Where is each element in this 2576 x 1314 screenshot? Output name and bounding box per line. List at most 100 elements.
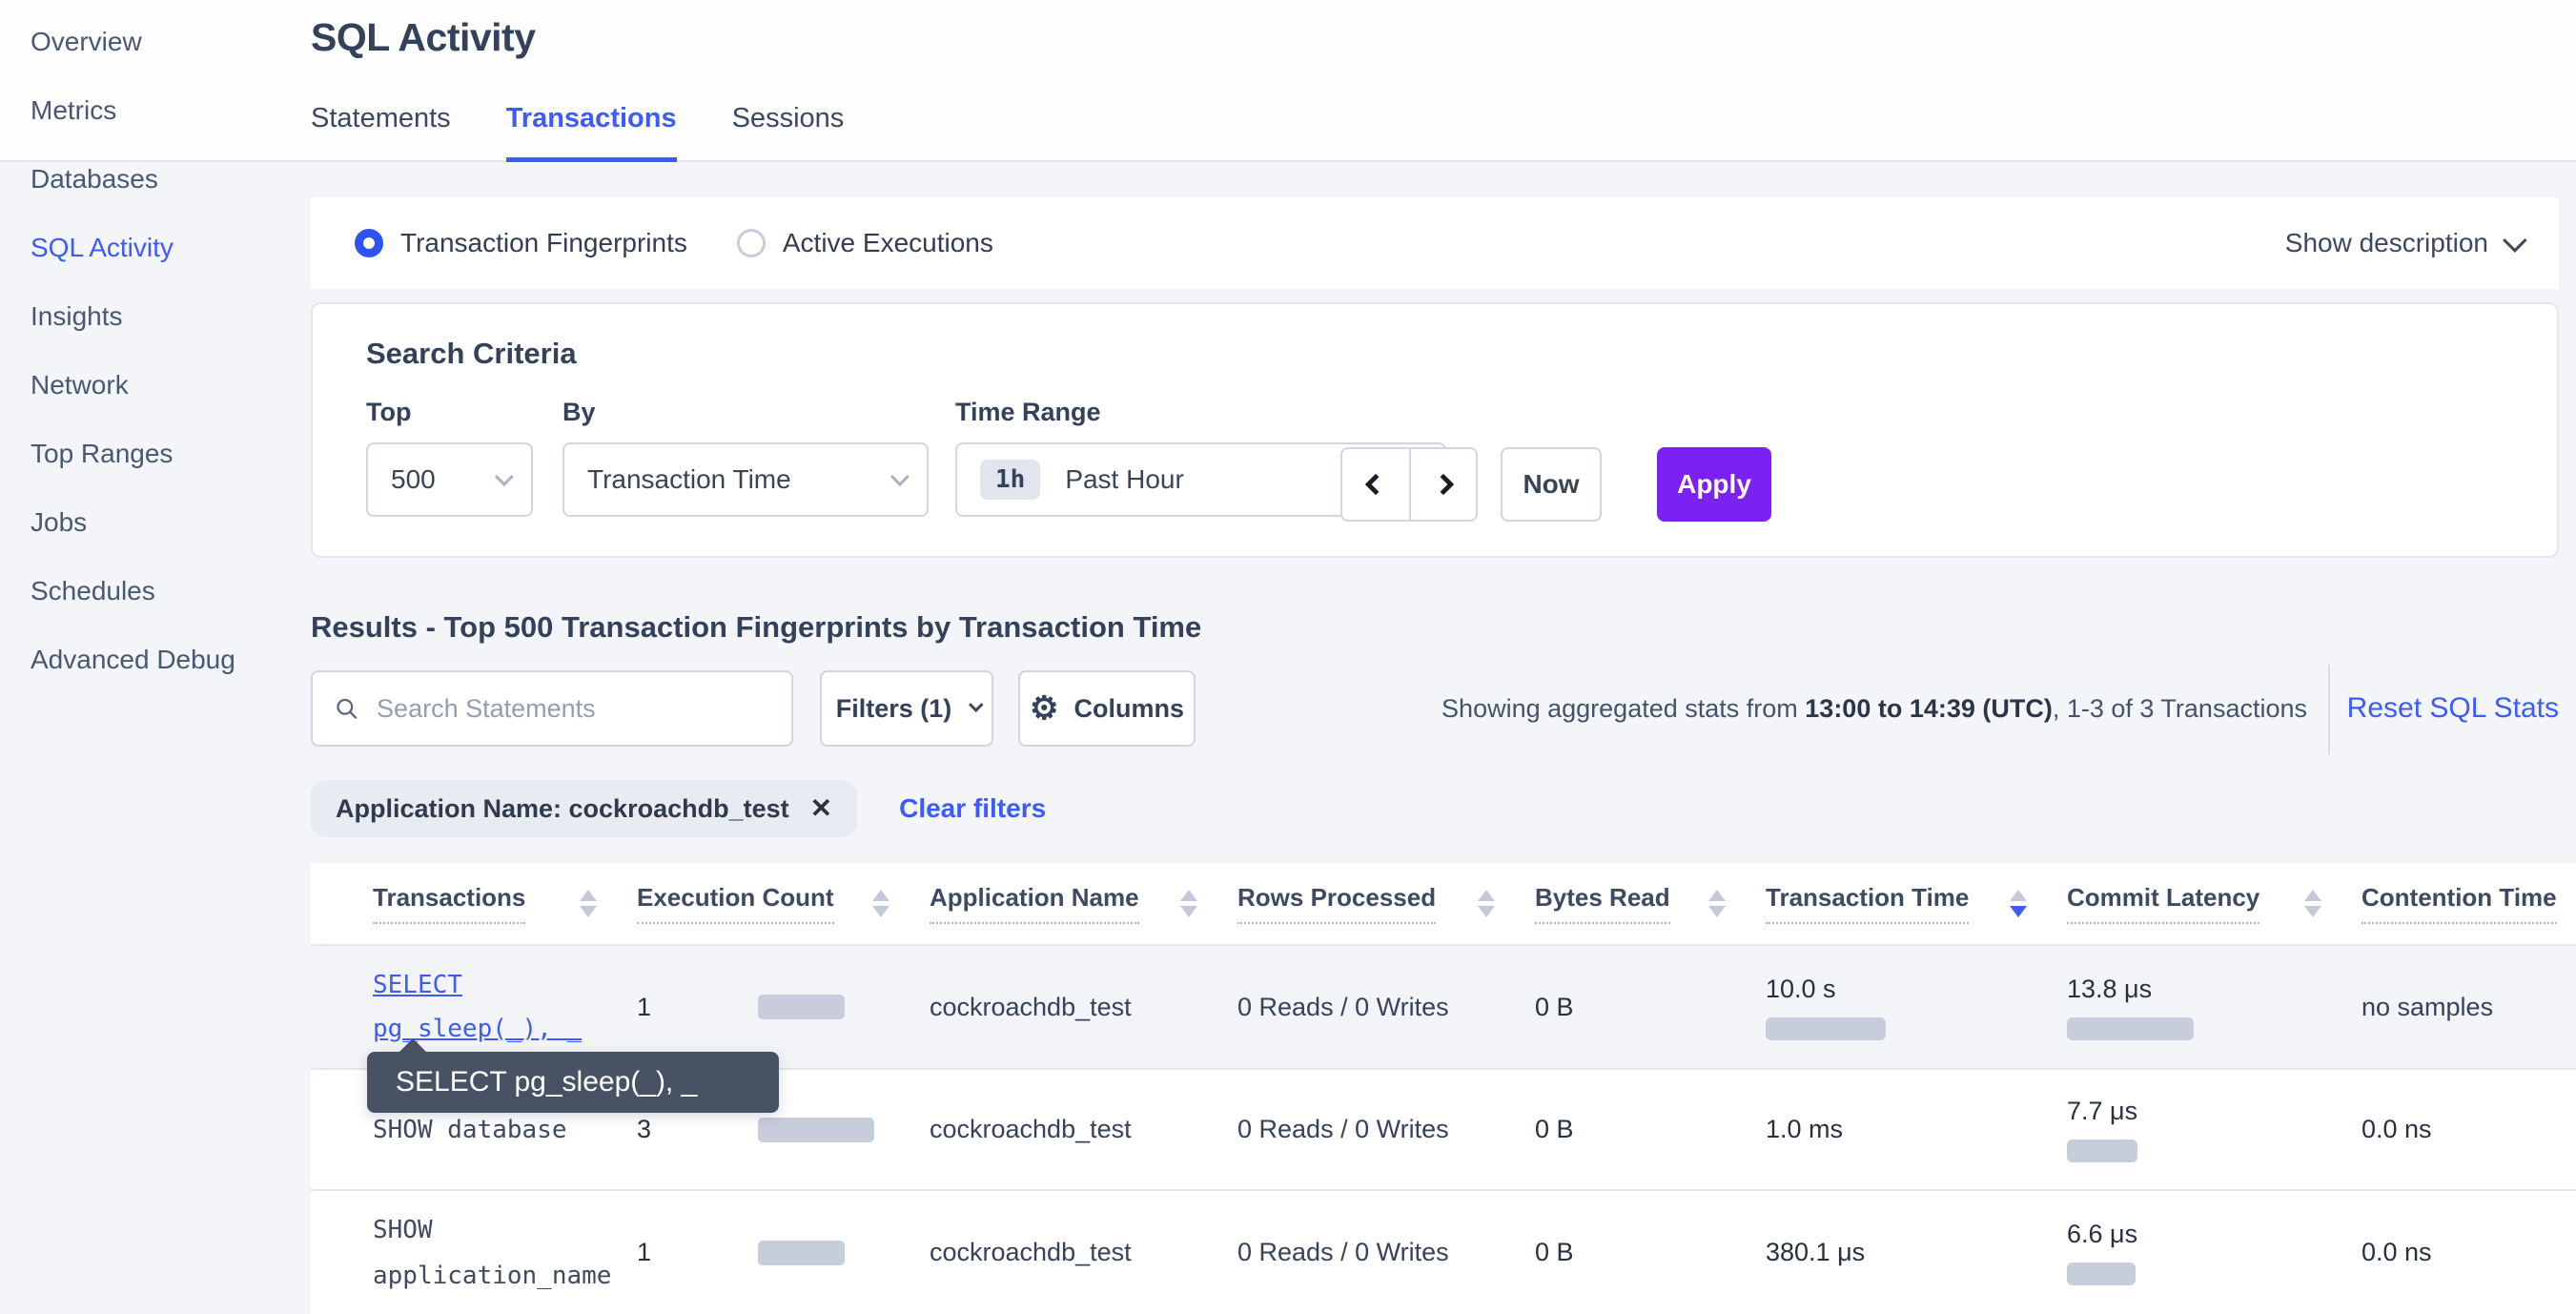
commit-latency-bar	[2067, 1139, 2137, 1162]
sidebar-nav: Overview Metrics Databases SQL Activity …	[0, 0, 311, 1314]
page-header: SQL Activity Statements Transactions Ses…	[0, 0, 2576, 162]
by-value: Transaction Time	[587, 464, 791, 495]
column-header-rows-processed: Rows Processed	[1237, 883, 1535, 924]
radio-label: Active Executions	[783, 228, 993, 258]
sidebar-item-overview[interactable]: Overview	[0, 8, 311, 76]
view-toggle-group: Transaction Fingerprints Active Executio…	[355, 228, 993, 258]
tooltip-caret	[398, 1038, 428, 1054]
execution-count-bar	[758, 1118, 874, 1142]
tab-sessions[interactable]: Sessions	[732, 103, 845, 162]
application-name-value: cockroachdb_test	[930, 1115, 1132, 1144]
transaction-fingerprint-link[interactable]: SELECT pg_sleep(_), _	[373, 965, 582, 1049]
tab-transactions[interactable]: Transactions	[506, 103, 677, 162]
transaction-time-value: 1.0 ms	[1766, 1115, 1843, 1144]
chevron-down-icon	[495, 467, 514, 486]
sort-icon[interactable]	[2304, 890, 2321, 917]
execution-count-value: 3	[637, 1115, 758, 1144]
sidebar-item-jobs[interactable]: Jobs	[0, 488, 311, 557]
close-icon[interactable]: ✕	[810, 795, 832, 822]
transaction-fingerprint-text[interactable]: SHOW application_name	[373, 1210, 611, 1296]
sidebar-item-insights[interactable]: Insights	[0, 282, 311, 351]
application-name-value: cockroachdb_test	[930, 993, 1132, 1022]
sidebar-item-network[interactable]: Network	[0, 351, 311, 420]
search-icon	[334, 694, 359, 723]
transaction-time-bar	[1766, 1017, 1886, 1040]
top-field: Top 500	[366, 398, 533, 517]
commit-latency-bar	[2067, 1263, 2136, 1285]
radio-active-executions[interactable]: Active Executions	[737, 228, 993, 258]
column-header-execution-count: Execution Count	[637, 883, 930, 924]
tab-bar: Statements Transactions Sessions	[311, 103, 844, 162]
rows-processed-value: 0 Reads / 0 Writes	[1237, 1115, 1449, 1144]
apply-button[interactable]: Apply	[1657, 447, 1771, 522]
aggregated-stats-status: Showing aggregated stats from 13:00 to 1…	[1441, 670, 2307, 747]
sort-desc-icon[interactable]	[2010, 890, 2027, 917]
sort-icon[interactable]	[580, 890, 597, 917]
results-heading: Results - Top 500 Transaction Fingerprin…	[311, 610, 1201, 645]
sidebar-item-sql-activity[interactable]: SQL Activity	[0, 214, 311, 282]
by-field: By Transaction Time	[562, 398, 929, 517]
filters-label: Filters (1)	[836, 694, 952, 724]
tab-statements[interactable]: Statements	[311, 103, 451, 162]
search-input[interactable]	[377, 694, 770, 724]
table-row[interactable]: SHOW application_name 1 cockroachdb_test…	[311, 1189, 2576, 1314]
rows-processed-value: 0 Reads / 0 Writes	[1237, 1238, 1449, 1267]
sidebar-item-metrics[interactable]: Metrics	[0, 76, 311, 145]
sort-icon[interactable]	[1708, 890, 1726, 917]
column-header-commit-latency: Commit Latency	[2067, 883, 2361, 924]
previous-range-button[interactable]	[1342, 449, 1409, 520]
show-description-toggle[interactable]: Show description	[2285, 228, 2521, 258]
divider	[2328, 665, 2330, 754]
sort-icon[interactable]	[872, 890, 889, 917]
contention-time-value: 0.0 ns	[2361, 1115, 2432, 1144]
execution-count-bar	[758, 1241, 845, 1265]
sort-icon[interactable]	[1180, 890, 1197, 917]
search-criteria-title: Search Criteria	[366, 337, 577, 371]
sort-icon[interactable]	[1478, 890, 1495, 917]
search-criteria-card: Search Criteria Top 500 By Transaction T…	[311, 302, 2559, 558]
top-label: Top	[366, 398, 533, 427]
chevron-left-icon	[1365, 474, 1387, 496]
table-row[interactable]: SELECT pg_sleep(_), _ 1 cockroachdb_test…	[311, 944, 2576, 1068]
execution-count-bar	[758, 995, 845, 1019]
columns-button[interactable]: ⚙ Columns	[1018, 670, 1196, 747]
commit-latency-bar	[2067, 1017, 2194, 1040]
bytes-read-value: 0 B	[1535, 1238, 1574, 1267]
by-select[interactable]: Transaction Time	[562, 442, 929, 517]
next-range-button[interactable]	[1409, 449, 1476, 520]
transaction-time-value: 10.0 s	[1766, 975, 1836, 1004]
chevron-down-icon	[969, 697, 984, 712]
bytes-read-value: 0 B	[1535, 1115, 1574, 1144]
now-button[interactable]: Now	[1501, 447, 1602, 522]
chevron-down-icon	[890, 467, 910, 486]
sidebar-item-top-ranges[interactable]: Top Ranges	[0, 420, 311, 488]
table-header-row: Transactions Execution Count Application…	[311, 863, 2576, 944]
top-select[interactable]: 500	[366, 442, 533, 517]
transaction-fingerprint-text[interactable]: SHOW database	[373, 1110, 567, 1150]
filters-button[interactable]: Filters (1)	[820, 670, 993, 747]
sidebar-item-databases[interactable]: Databases	[0, 145, 311, 214]
top-value: 500	[391, 464, 436, 495]
commit-latency-value: 13.8 μs	[2067, 975, 2152, 1004]
clear-filters-link[interactable]: Clear filters	[899, 793, 1046, 824]
application-name-value: cockroachdb_test	[930, 1238, 1132, 1267]
contention-time-value: no samples	[2361, 993, 2493, 1022]
gear-icon: ⚙	[1030, 692, 1058, 725]
chevron-right-icon	[1433, 474, 1455, 496]
bytes-read-value: 0 B	[1535, 993, 1574, 1022]
radio-transaction-fingerprints[interactable]: Transaction Fingerprints	[355, 228, 687, 258]
time-range-badge: 1h	[980, 460, 1040, 500]
filter-chip-row: Application Name: cockroachdb_test ✕ Cle…	[311, 780, 1046, 837]
column-header-transactions: Transactions	[373, 883, 637, 924]
column-header-application-name: Application Name	[930, 883, 1237, 924]
tooltip-text: SELECT pg_sleep(_), _	[396, 1066, 697, 1098]
reset-sql-stats-link[interactable]: Reset SQL Stats	[2347, 670, 2559, 747]
filter-chip-label: Application Name: cockroachdb_test	[336, 794, 789, 824]
sidebar-item-advanced-debug[interactable]: Advanced Debug	[0, 626, 311, 694]
commit-latency-value: 6.6 μs	[2067, 1220, 2137, 1249]
sidebar-item-schedules[interactable]: Schedules	[0, 557, 311, 626]
search-box	[311, 670, 793, 747]
chevron-down-icon	[2503, 228, 2526, 252]
statement-tooltip: SELECT pg_sleep(_), _	[367, 1052, 779, 1113]
execution-count-value: 1	[637, 1238, 758, 1267]
